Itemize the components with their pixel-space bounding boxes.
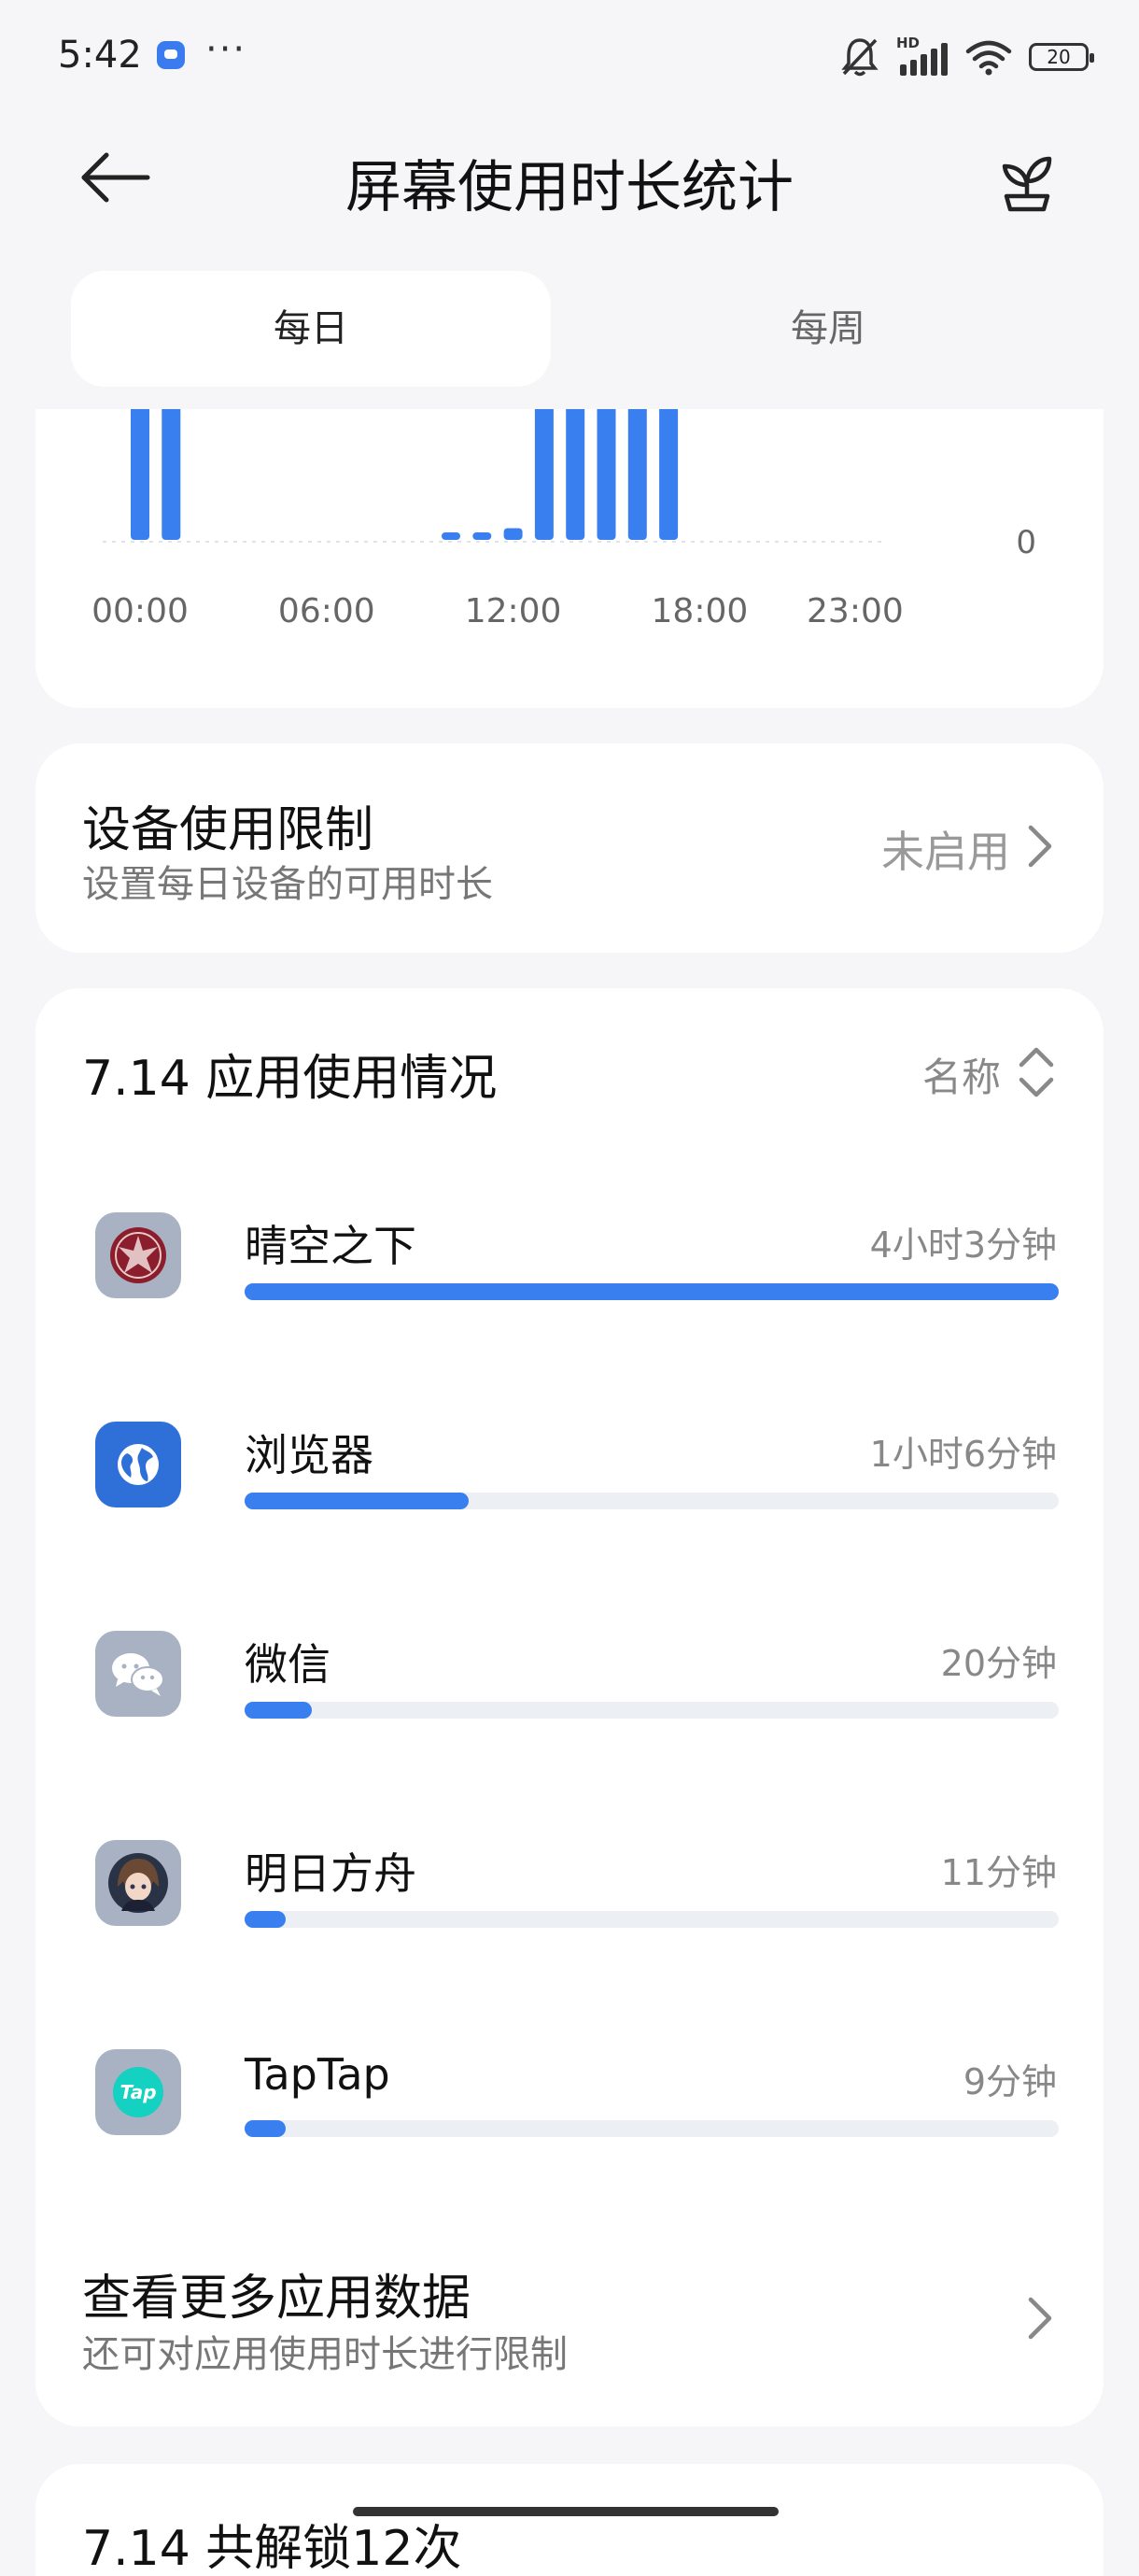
chart-bar[interactable] — [472, 532, 492, 540]
usage-bar — [245, 1702, 1059, 1719]
usage-bar-fill — [245, 1283, 1059, 1300]
battery-icon: 20 — [1029, 43, 1094, 71]
sort-updown-icon[interactable] — [1014, 1042, 1059, 1102]
x-tick-label: 12:00 — [465, 592, 562, 630]
unlock-count-card: 7.14 共解锁12次 — [35, 2464, 1104, 2576]
tab-weekly[interactable]: 每周 — [588, 271, 1068, 387]
x-tick-label: 00:00 — [91, 592, 189, 630]
app-row[interactable]: 明日方舟 11分钟 — [35, 1840, 1104, 2049]
usage-chart-card: 00:00 06:00 12:00 18:00 23:00 30分钟 0 — [35, 409, 1104, 708]
device-limit-subtitle: 设置每日设备的可用时长 — [82, 863, 493, 906]
y-tick-label: 0 — [1016, 524, 1036, 561]
wechat-icon — [95, 1631, 181, 1717]
usage-bar — [245, 2120, 1059, 2137]
y-tick-label: 30分钟 — [933, 409, 1036, 414]
app-time: 9分钟 — [963, 2061, 1057, 2102]
globe-icon — [95, 1422, 181, 1507]
usage-bar — [245, 1283, 1059, 1300]
avatar-icon — [95, 1840, 181, 1926]
device-limit-title: 设备使用限制 — [82, 802, 374, 858]
wifi-icon — [965, 40, 1012, 76]
usage-bar-fill — [245, 1493, 469, 1509]
app-row[interactable]: 晴空之下 4小时3分钟 — [35, 1212, 1104, 1422]
usage-bar-fill — [245, 1702, 313, 1719]
chart-bar[interactable] — [442, 532, 460, 540]
page-title: 屏幕使用时长统计 — [345, 155, 794, 220]
app-name: 晴空之下 — [245, 1221, 416, 1271]
taptap-logo: Tap — [113, 2067, 163, 2117]
app-row[interactable]: Tap TapTap 9分钟 — [35, 2049, 1104, 2258]
app-time: 11分钟 — [940, 1852, 1057, 1893]
app-row[interactable]: 浏览器 1小时6分钟 — [35, 1422, 1104, 1631]
usage-bar-fill — [245, 2120, 286, 2137]
usage-bar — [245, 1911, 1059, 1928]
chart-bar[interactable] — [627, 409, 647, 540]
more-app-data-link[interactable]: 查看更多应用数据 — [82, 2258, 471, 2328]
app-time: 20分钟 — [940, 1643, 1057, 1684]
device-limit-status: 未启用 — [881, 827, 1010, 877]
hourly-usage-chart: 00:00 06:00 12:00 18:00 23:00 30分钟 0 — [91, 409, 1036, 630]
home-indicator[interactable] — [353, 2507, 779, 2516]
chevron-right-icon[interactable] — [1021, 2294, 1059, 2342]
chart-bar[interactable] — [131, 409, 149, 540]
status-icons: HD 20 — [840, 35, 1094, 78]
period-tabs: 每日 每周 — [71, 271, 1068, 387]
taptap-icon: Tap — [95, 2049, 181, 2135]
x-tick-label: 06:00 — [278, 592, 375, 630]
app-time: 4小时3分钟 — [869, 1224, 1057, 1266]
sprout-icon — [1002, 156, 1052, 212]
usage-bar-fill — [245, 1911, 286, 1928]
tab-daily[interactable]: 每日 — [71, 271, 551, 387]
chart-bar[interactable] — [566, 409, 585, 540]
chart-bar[interactable] — [659, 409, 679, 540]
app-name: TapTap — [245, 2049, 390, 2100]
signal-icon: HD — [896, 35, 949, 76]
app-usage-card: 7.14 应用使用情况 名称 晴空之下 4小时3分钟 浏览器 1小时6分钟 微信… — [35, 988, 1104, 2427]
unlock-count-title: 7.14 共解锁12次 — [82, 2521, 462, 2576]
more-app-data-subtitle: 还可对应用使用时长进行限制 — [82, 2333, 568, 2376]
chart-bar[interactable] — [534, 409, 554, 540]
app-time: 1小时6分钟 — [869, 1434, 1057, 1475]
status-time: 5:42 — [58, 34, 142, 77]
app-name: 浏览器 — [245, 1430, 373, 1480]
wellbeing-button[interactable] — [991, 148, 1062, 213]
more-notifications-icon: ··· — [205, 28, 247, 71]
app-name: 明日方舟 — [245, 1848, 416, 1899]
x-tick-label: 23:00 — [807, 592, 904, 630]
app-row[interactable]: 微信 20分钟 — [35, 1631, 1104, 1840]
sort-button[interactable]: 名称 — [922, 1046, 1001, 1103]
chevron-right-icon — [1028, 825, 1052, 868]
app-name: 微信 — [245, 1639, 330, 1690]
usage-bar — [245, 1493, 1059, 1509]
crest-icon — [95, 1212, 181, 1298]
message-notification-icon — [157, 41, 185, 69]
chart-bar[interactable] — [162, 409, 181, 540]
chart-bar[interactable] — [503, 528, 523, 541]
app-usage-title: 7.14 应用使用情况 — [82, 1051, 498, 1107]
bell-muted-icon — [841, 38, 879, 77]
device-limit-card[interactable]: 设备使用限制 设置每日设备的可用时长 未启用 — [35, 743, 1104, 953]
x-tick-label: 18:00 — [652, 592, 749, 630]
chart-bar[interactable] — [597, 409, 616, 540]
